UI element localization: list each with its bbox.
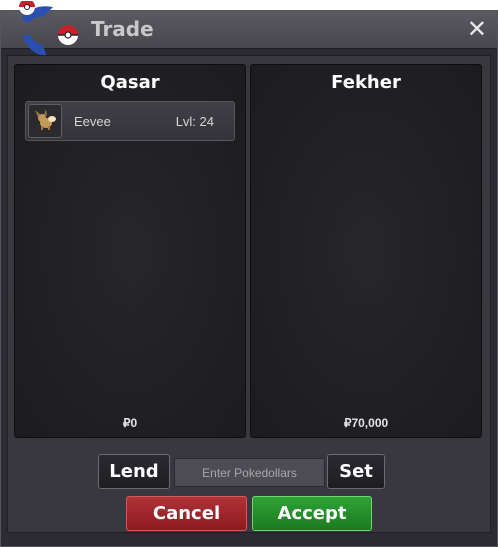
right-player-name: Fekher (331, 72, 401, 93)
trade-content: Qasar Eevee Lvl: 24 ₽0 Fekher ₽70,000 Le… (7, 55, 491, 533)
right-money: ₽70,000 (343, 416, 389, 430)
pokedollars-input[interactable] (174, 458, 325, 487)
accept-button[interactable]: Accept (252, 496, 372, 531)
set-button[interactable]: Set (327, 454, 385, 489)
title-bar[interactable]: Trade ✕ (1, 1, 497, 57)
lend-button[interactable]: Lend (98, 454, 170, 489)
left-player-name: Qasar (100, 72, 160, 93)
left-offer-panel: Qasar Eevee Lvl: 24 ₽0 (14, 64, 246, 438)
left-money: ₽0 (122, 416, 138, 430)
right-offer-panel: Fekher ₽70,000 (250, 64, 482, 438)
pokeball-logo-icon (19, 1, 78, 57)
close-icon[interactable]: ✕ (467, 15, 487, 43)
window-title: Trade (91, 17, 154, 41)
pokemon-name: Eevee (74, 114, 111, 129)
cancel-button[interactable]: Cancel (126, 496, 247, 531)
pokemon-level: Lvl: 24 (175, 114, 214, 129)
trade-window: Trade ✕ Qasar Eevee Lvl: 24 ₽0 Fekher ₽7… (0, 1, 498, 547)
eevee-icon (28, 104, 62, 138)
pokemon-slot[interactable]: Eevee Lvl: 24 (25, 101, 235, 141)
